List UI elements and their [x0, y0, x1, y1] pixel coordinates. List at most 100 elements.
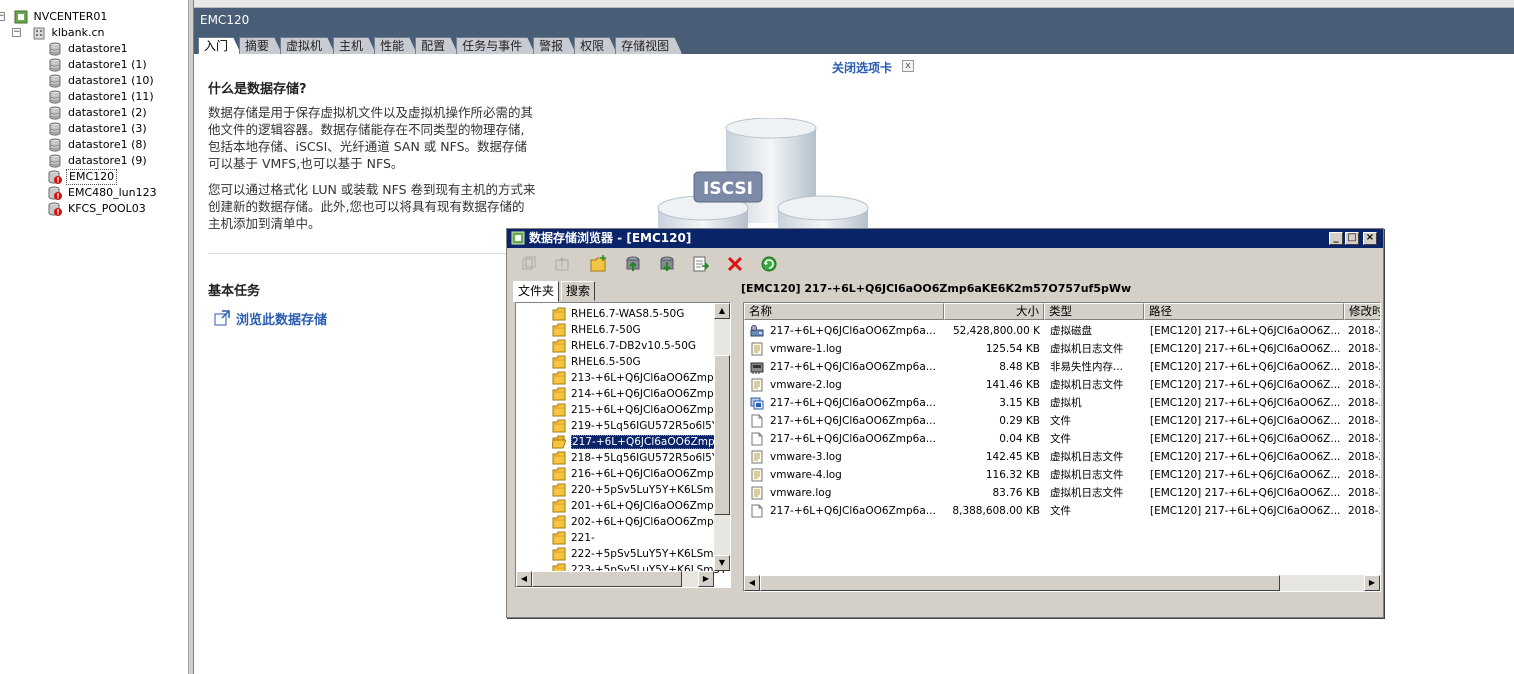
- file-modified: 2018-2: [1348, 451, 1380, 463]
- folder-item[interactable]: 222-+5pSv5LuY5Y+K6LSm5Y: [552, 546, 727, 562]
- parent-folder-button[interactable]: [551, 253, 575, 275]
- browse-datastore-link[interactable]: 浏览此数据存储: [214, 309, 327, 328]
- folder-item[interactable]: 220-+5pSv5LuY5Y+K6LSm5Y: [552, 482, 727, 498]
- file-row[interactable]: vmware-4.log 116.32 KB 虚拟机日志文件 [EMC120] 217…: [744, 466, 1380, 484]
- folder-item[interactable]: 201-+6L+Q6JCl6aOO6Zmp6: [552, 498, 720, 514]
- column-header-path[interactable]: 路径: [1144, 303, 1344, 320]
- datastore-icon: [48, 42, 62, 56]
- folder-item[interactable]: RHEL6.7-DB2v10.5-50G: [552, 338, 696, 354]
- file-name: vmware.log: [770, 487, 832, 499]
- folder-horizontal-scrollbar[interactable]: ◀ ▶: [516, 571, 714, 587]
- close-button[interactable]: ×: [1363, 232, 1377, 245]
- folder-item[interactable]: 215-+6L+Q6JCl6aOO6Zmp6: [552, 402, 720, 418]
- tree-item-datastore[interactable]: datastore1 (11): [48, 89, 156, 105]
- scroll-thumb[interactable]: [714, 355, 730, 515]
- folder-item-label: 213-+6L+Q6JCl6aOO6Zmp6: [571, 372, 721, 384]
- tab-3[interactable]: 主机: [333, 37, 376, 54]
- column-header-type[interactable]: 类型: [1044, 303, 1144, 320]
- upload-button[interactable]: [621, 253, 645, 275]
- getting-started-heading: 什么是数据存储?: [208, 82, 307, 97]
- scroll-left-icon[interactable]: ◀: [516, 571, 532, 587]
- tree-item-datastore[interactable]: datastore1 (1): [48, 57, 149, 73]
- tree-item-datastore[interactable]: datastore1 (8): [48, 137, 149, 153]
- scroll-left-icon[interactable]: ◀: [744, 575, 760, 591]
- folder-item[interactable]: RHEL6.7-50G: [552, 322, 641, 338]
- folder-item[interactable]: 217-+6L+Q6JCl6aOO6Zmp6: [551, 434, 723, 450]
- file-row[interactable]: 217-+6L+Q6JCl6aOO6Zmp6a... 52,428,800.00 …: [744, 322, 1380, 340]
- tab-1[interactable]: 摘要: [239, 37, 282, 54]
- file-row[interactable]: 217-+6L+Q6JCl6aOO6Zmp6a... 0.04 KB 文件 [EMC1…: [744, 430, 1380, 448]
- file-name: 217-+6L+Q6JCl6aOO6Zmp6a...: [770, 325, 936, 337]
- browser-tab-0[interactable]: 文件夹: [513, 281, 560, 302]
- tab-6[interactable]: 任务与事件: [456, 37, 535, 54]
- tab-7[interactable]: 警报: [533, 37, 576, 54]
- file-row[interactable]: 217-+6L+Q6JCl6aOO6Zmp6a... 3.15 KB 虚拟机 [EMC…: [744, 394, 1380, 412]
- close-tab-link[interactable]: 关闭选项卡: [832, 59, 892, 76]
- maximize-button[interactable]: □: [1345, 232, 1359, 245]
- browse-datastore-icon: [214, 310, 230, 326]
- back-button[interactable]: [517, 253, 541, 275]
- refresh-button[interactable]: [757, 253, 781, 275]
- tree-item-datastore[interactable]: datastore1 (3): [48, 121, 149, 137]
- folder-vertical-scrollbar[interactable]: ▲ ▼: [714, 303, 730, 571]
- tree-item-datastore[interactable]: datastore1 (10): [48, 73, 156, 89]
- folder-item[interactable]: 218-+5Lq56IGU572R5o6l5Y: [552, 450, 718, 466]
- scroll-right-icon[interactable]: ▶: [1364, 575, 1380, 591]
- column-header-modified[interactable]: 修改时: [1344, 303, 1380, 320]
- file-row[interactable]: 217-+6L+Q6JCl6aOO6Zmp6a... 8,388,608.00 K…: [744, 502, 1380, 520]
- new-folder-button[interactable]: [587, 253, 611, 275]
- scroll-right-icon[interactable]: ▶: [698, 571, 714, 587]
- file-type: 文件: [1050, 433, 1071, 445]
- tab-8[interactable]: 权限: [574, 37, 617, 54]
- folder-item[interactable]: 216-+6L+Q6JCl6aOO6Zmp6: [552, 466, 720, 482]
- scroll-down-icon[interactable]: ▼: [714, 555, 730, 571]
- tree-item-datastore[interactable]: EMC480_lun123: [48, 185, 159, 201]
- close-tab-icon[interactable]: x: [902, 60, 914, 72]
- tree-item-datastore[interactable]: datastore1 (2): [48, 105, 149, 121]
- file-row[interactable]: vmware.log 83.76 KB 虚拟机日志文件 [EMC120] 217-+6…: [744, 484, 1380, 502]
- tree-host[interactable]: − klbank.cn: [12, 25, 107, 41]
- tree-root[interactable]: − NVCENTER01: [0, 9, 109, 25]
- tree-item-datastore[interactable]: KFCS_POOL03: [48, 201, 148, 217]
- collapse-icon[interactable]: −: [12, 28, 21, 37]
- scroll-thumb[interactable]: [532, 571, 682, 587]
- scroll-up-icon[interactable]: ▲: [714, 303, 730, 319]
- tab-4[interactable]: 性能: [374, 37, 417, 54]
- column-header-name[interactable]: 名称: [744, 303, 944, 320]
- file-row[interactable]: vmware-2.log 141.46 KB 虚拟机日志文件 [EMC120] 217…: [744, 376, 1380, 394]
- collapse-icon[interactable]: −: [0, 12, 5, 21]
- tree-item-datastore[interactable]: datastore1 (9): [48, 153, 149, 169]
- folder-item[interactable]: 221-: [552, 530, 595, 546]
- tab-5[interactable]: 配置: [415, 37, 458, 54]
- tab-2[interactable]: 虚拟机: [280, 37, 335, 54]
- datastore-alert-icon: [48, 202, 62, 216]
- file-horizontal-scrollbar[interactable]: ◀ ▶: [744, 575, 1380, 591]
- file-row[interactable]: vmware-3.log 142.45 KB 虚拟机日志文件 [EMC120] 217…: [744, 448, 1380, 466]
- file-row[interactable]: 217-+6L+Q6JCl6aOO6Zmp6a... 8.48 KB 非易失性内存.…: [744, 358, 1380, 376]
- folder-item[interactable]: RHEL6.5-50G: [552, 354, 641, 370]
- tab-9[interactable]: 存储视图: [615, 37, 682, 54]
- file-type: 非易失性内存...: [1050, 361, 1124, 373]
- file-row[interactable]: 217-+6L+Q6JCl6aOO6Zmp6a... 0.29 KB 文件 [EMC1…: [744, 412, 1380, 430]
- minimize-button[interactable]: _: [1329, 232, 1343, 245]
- folder-item[interactable]: 219-+5Lq56IGU572R5o6l5Y: [552, 418, 718, 434]
- file-name: vmware-3.log: [770, 451, 842, 463]
- tree-item-datastore[interactable]: EMC120: [48, 169, 118, 185]
- object-header: EMC120 入门 摘要 虚拟机 主机 性能 配置 任务与事件 警报 权限 存储视图: [194, 8, 1514, 54]
- folder-item[interactable]: 213-+6L+Q6JCl6aOO6Zmp6: [552, 370, 720, 386]
- file-name-cell: 217-+6L+Q6JCl6aOO6Zmp6a...: [750, 394, 942, 412]
- scroll-thumb[interactable]: [760, 575, 1280, 591]
- dialog-titlebar[interactable]: 数据存储浏览器 - [EMC120] _ □ ×: [507, 229, 1383, 248]
- tree-item-datastore[interactable]: datastore1: [48, 41, 130, 57]
- column-header-size[interactable]: 大小: [944, 303, 1044, 320]
- folder-item[interactable]: RHEL6.7-WAS8.5-50G: [552, 306, 684, 322]
- folder-item[interactable]: 214-+6L+Q6JCl6aOO6Zmp6: [552, 386, 720, 402]
- folder-item-label: 214-+6L+Q6JCl6aOO6Zmp6: [571, 388, 721, 400]
- file-row[interactable]: vmware-1.log 125.54 KB 虚拟机日志文件 [EMC120] 217…: [744, 340, 1380, 358]
- folder-item[interactable]: 202-+6L+Q6JCl6aOO6Zmp6: [552, 514, 720, 530]
- browser-tab-1[interactable]: 搜索: [561, 281, 596, 301]
- delete-button[interactable]: [723, 253, 747, 275]
- tab-0[interactable]: 入门: [198, 37, 241, 54]
- download-button[interactable]: [655, 253, 679, 275]
- register-vm-button[interactable]: [689, 253, 713, 275]
